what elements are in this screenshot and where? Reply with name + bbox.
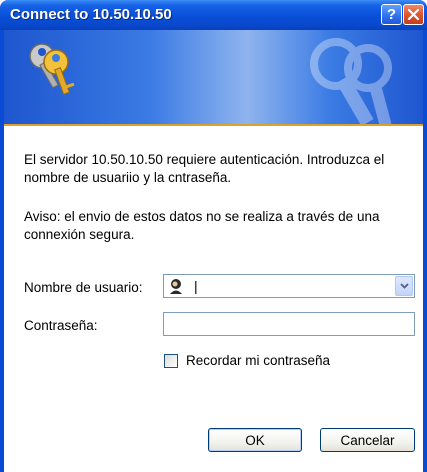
dialog-body: El servidor 10.50.10.50 requiere autenti… <box>4 30 423 472</box>
chevron-down-icon <box>399 283 409 289</box>
text-cursor: | <box>194 278 198 294</box>
close-button[interactable] <box>403 4 424 25</box>
keys-icon <box>29 43 75 95</box>
password-field[interactable] <box>163 312 415 336</box>
close-x-icon <box>407 8 420 21</box>
auth-message: El servidor 10.50.10.50 requiere autenti… <box>24 152 385 185</box>
username-combobox[interactable]: | <box>163 274 415 298</box>
remember-password-checkbox[interactable] <box>164 354 178 368</box>
password-label: Contraseña: <box>24 318 98 333</box>
remember-password-label[interactable]: Recordar mi contraseña <box>186 353 330 368</box>
dropdown-button[interactable] <box>395 276 413 296</box>
dialog-banner <box>4 30 423 124</box>
keys-watermark-icon <box>310 38 392 124</box>
security-warning: Aviso: el envio de estos datos no se rea… <box>24 209 380 242</box>
ok-button[interactable]: OK <box>208 428 302 452</box>
user-icon <box>168 278 184 294</box>
username-label: Nombre de usuario: <box>24 280 143 295</box>
login-dialog: Connect to 10.50.10.50 ? El servidor 10.… <box>0 0 427 472</box>
cancel-button[interactable]: Cancelar <box>320 428 415 452</box>
window-title: Connect to 10.50.10.50 <box>10 6 172 23</box>
banner-divider <box>4 124 423 126</box>
help-question-icon: ? <box>386 6 397 23</box>
help-button[interactable]: ? <box>381 4 402 25</box>
title-bar[interactable]: Connect to 10.50.10.50 ? <box>0 0 427 30</box>
